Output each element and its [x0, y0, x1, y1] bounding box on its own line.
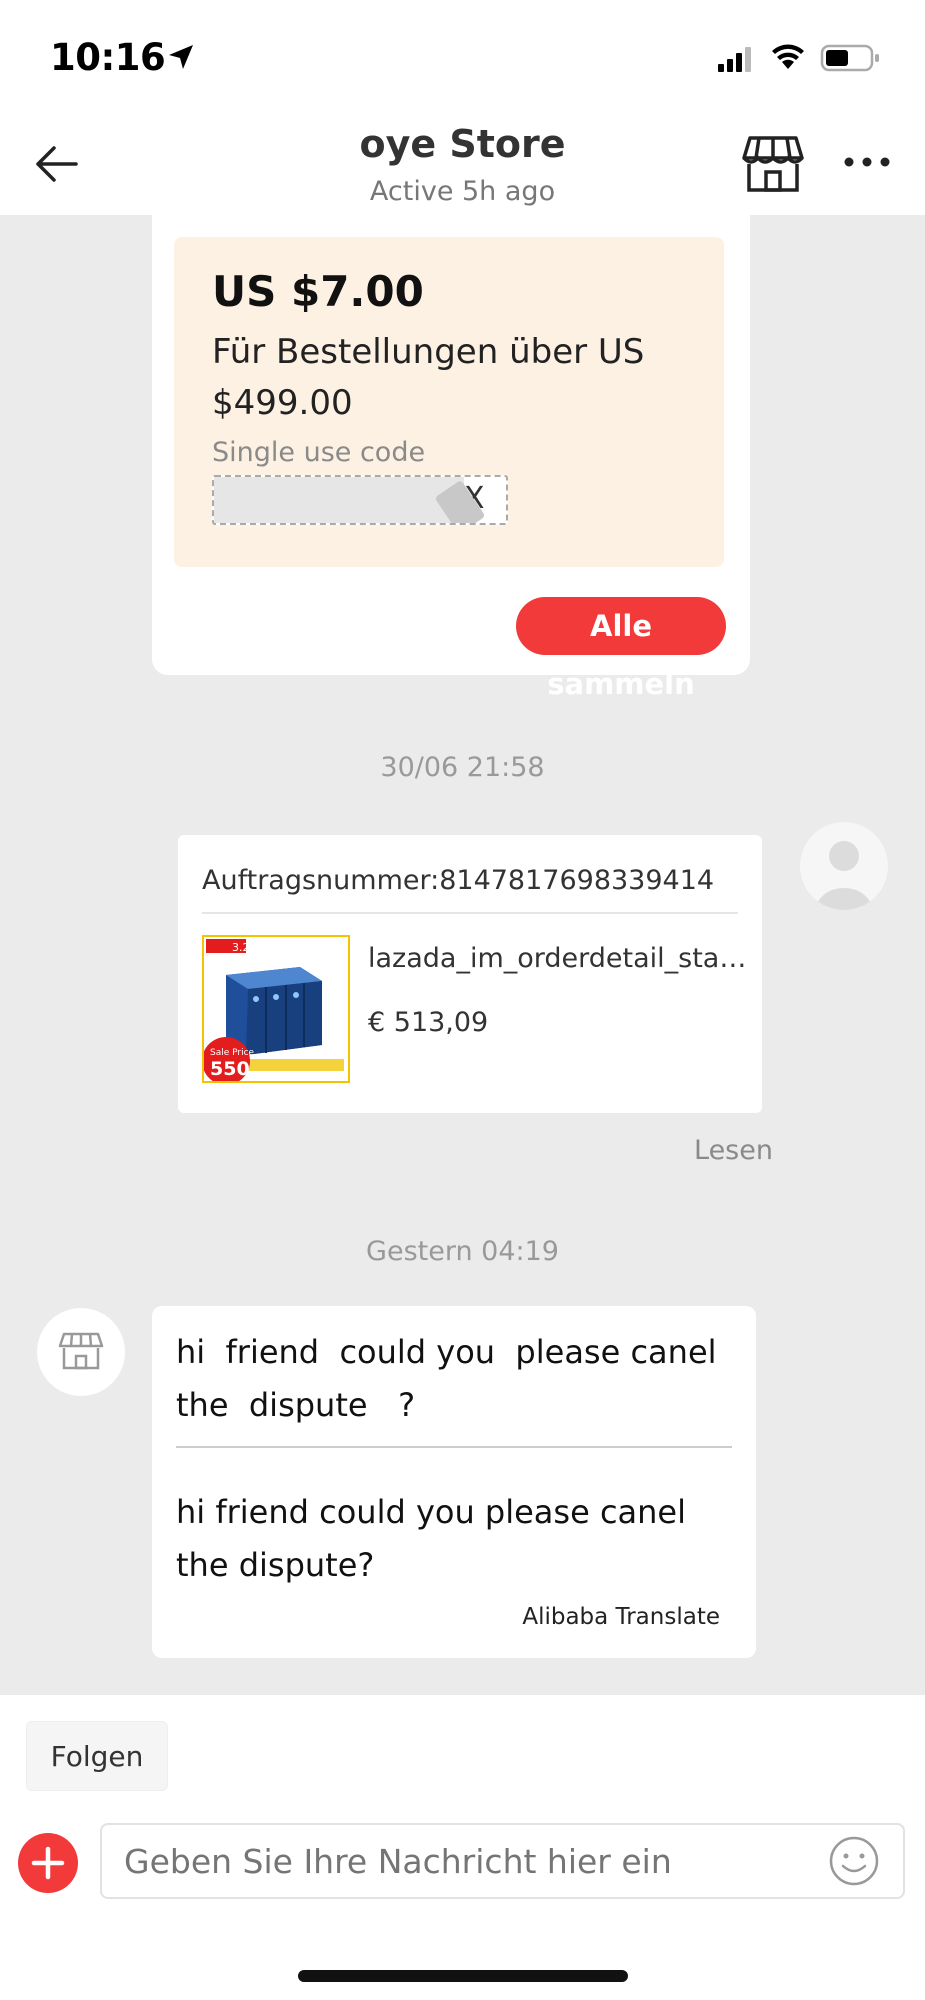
follow-button[interactable]: Folgen: [26, 1721, 168, 1791]
coupon-code-label: Single use code: [212, 437, 426, 468]
translation-source: Alibaba Translate: [522, 1604, 720, 1630]
coupon-code-cover: [214, 477, 464, 523]
order-message-card[interactable]: Auftragsnummer:8147817698339414 3.28 Sal…: [178, 835, 762, 1113]
message-input[interactable]: [100, 1823, 905, 1899]
message-translated-text: hi friend could you please canel the dis…: [176, 1493, 686, 1584]
store-message-bubble: hi friend could you please canel the dis…: [152, 1306, 756, 1658]
coupon-message-card: US $7.00 Für Bestellungen über US $499.0…: [152, 215, 750, 701]
coupon: US $7.00 Für Bestellungen über US $499.0…: [174, 237, 724, 567]
timestamp: 30/06 21:58: [380, 752, 545, 783]
chat-header: oye Store Active 5h ago: [0, 110, 925, 215]
message-original-text: hi friend could you please canel the dis…: [176, 1333, 727, 1424]
wifi-icon: [772, 44, 804, 69]
composer-area: Folgen: [0, 1695, 925, 2000]
coupon-code-field[interactable]: X: [212, 475, 508, 525]
location-arrow-icon: [169, 45, 193, 69]
storefront-icon: [58, 1332, 104, 1370]
add-attachment-button[interactable]: [18, 1833, 78, 1893]
storefront-icon[interactable]: [742, 134, 804, 194]
store-avatar[interactable]: [37, 1308, 125, 1396]
order-price: € 513,09: [368, 1007, 489, 1038]
status-bar: 10:16: [0, 0, 925, 110]
emoji-icon[interactable]: [828, 1835, 880, 1887]
user-avatar: [800, 822, 888, 910]
timestamp: Gestern 04:19: [366, 1236, 559, 1267]
more-options-icon[interactable]: [842, 154, 892, 170]
collect-all-button[interactable]: Alle sammeln: [516, 597, 726, 701]
status-time: 10:16: [50, 36, 166, 79]
thumb-sale-value: 550: [210, 1058, 250, 1080]
thumb-badge: 3.28: [232, 941, 257, 954]
user-silhouette-icon: [816, 841, 872, 910]
order-product-title: lazada_im_orderdetail_status...: [368, 943, 748, 974]
battery-icon: [820, 44, 879, 72]
divider: [202, 912, 738, 914]
product-thumbnail[interactable]: 3.28 Sale Price 550: [202, 935, 350, 1083]
home-indicator: [298, 1970, 628, 1982]
order-number: Auftragsnummer:8147817698339414: [202, 865, 715, 896]
thumb-sale-label: Sale Price: [210, 1048, 255, 1058]
coupon-condition: Für Bestellungen über US $499.00: [212, 332, 645, 423]
divider: [176, 1446, 732, 1448]
read-status: Lesen: [694, 1135, 773, 1166]
cellular-signal-icon: [718, 47, 751, 72]
battery-cells-image: 3.28 Sale Price 550: [204, 937, 348, 1081]
coupon-amount: US $7.00: [212, 267, 424, 316]
plus-icon: [31, 1846, 65, 1880]
